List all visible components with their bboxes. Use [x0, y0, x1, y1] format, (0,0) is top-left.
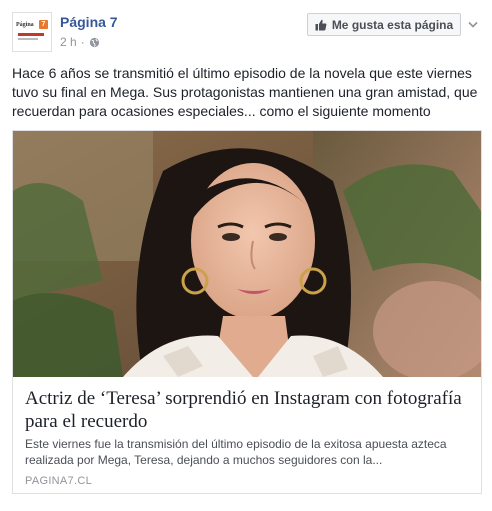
meta-separator: ·: [80, 35, 85, 49]
page-name-link[interactable]: Página 7: [60, 14, 118, 30]
chevron-down-icon: [468, 15, 478, 33]
link-domain: PAGINA7.CL: [25, 475, 92, 487]
link-description: Este viernes fue la transmisión del últi…: [25, 437, 447, 467]
logo-stripe-secondary: [18, 38, 38, 40]
logo-text: Página: [16, 22, 34, 28]
globe-icon[interactable]: [89, 37, 100, 48]
post-timestamp[interactable]: 2 h: [60, 35, 77, 49]
logo-badge: 7: [39, 20, 48, 29]
page-avatar[interactable]: Página 7: [12, 12, 52, 52]
like-page-button[interactable]: Me gusta esta página: [307, 13, 461, 36]
facebook-post: Página 7 Página 7 2 h · Me gusta esta pá…: [0, 0, 492, 511]
thumbs-up-icon: [315, 19, 327, 31]
link-preview-card[interactable]: Actriz de ‘Teresa’ sorprendió en Instagr…: [12, 130, 482, 494]
logo-stripe: [18, 33, 44, 36]
post-meta: 2 h ·: [60, 35, 100, 49]
like-page-label: Me gusta esta página: [331, 17, 454, 32]
post-options-button[interactable]: [465, 16, 481, 32]
link-title[interactable]: Actriz de ‘Teresa’ sorprendió en Instagr…: [25, 387, 465, 433]
pagina7-logo: Página 7: [16, 19, 48, 45]
link-preview-image[interactable]: [13, 131, 481, 377]
post-text: Hace 6 años se transmitió el último epis…: [12, 65, 478, 119]
link-preview-body: Actriz de ‘Teresa’ sorprendió en Instagr…: [13, 377, 481, 493]
